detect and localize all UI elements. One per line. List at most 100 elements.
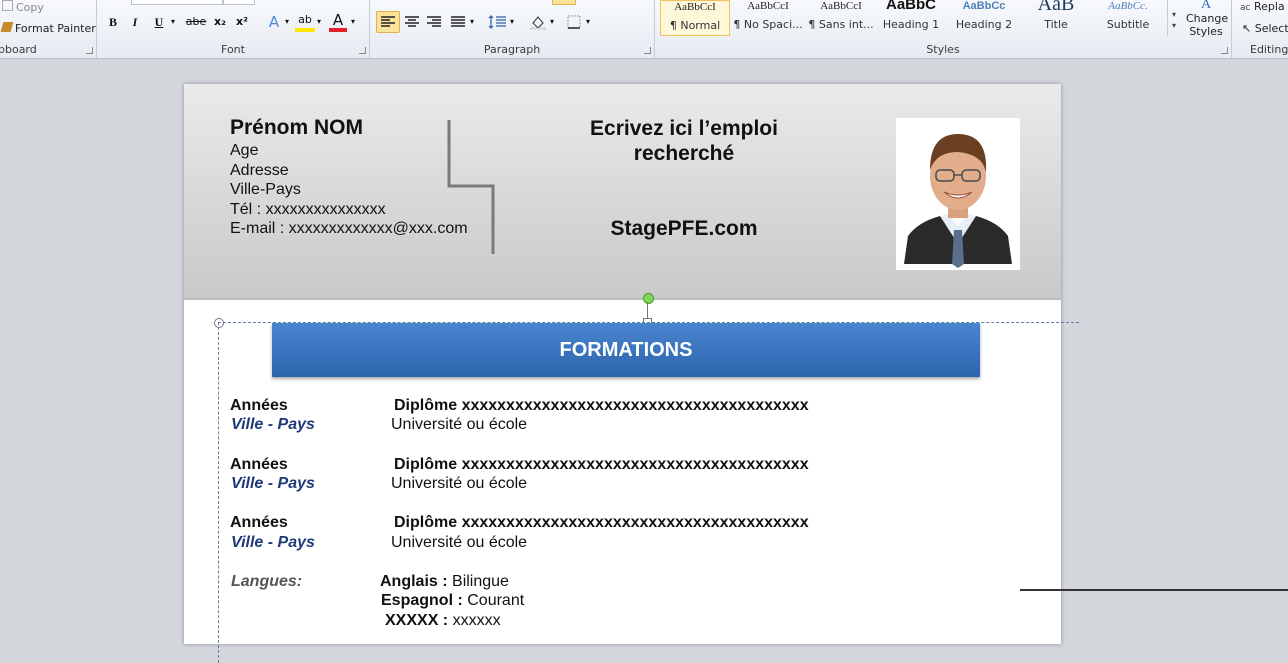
format-painter-icon	[0, 22, 14, 32]
styles-launcher-icon[interactable]	[1221, 47, 1228, 54]
font-group-label: Font	[221, 43, 245, 56]
rotation-handle[interactable]	[643, 293, 654, 304]
style-no-spacing[interactable]: AaBbCcI ¶ No Spaci...	[733, 0, 803, 36]
clipboard-launcher-icon[interactable]	[86, 47, 93, 54]
style-title[interactable]: AaB Title	[1021, 0, 1091, 36]
text-effects-dropdown-icon[interactable]: ▾	[283, 12, 291, 32]
style-name: Heading 1	[882, 18, 940, 31]
cv-header: Prénom NOM Age Adresse Ville-Pays Tél : …	[184, 84, 1061, 300]
styles-more-icon[interactable]: ▾	[1168, 21, 1180, 30]
style-heading-1[interactable]: AaBbC Heading 1	[876, 0, 946, 36]
underline-dropdown-icon[interactable]: ▾	[169, 12, 177, 32]
change-styles-label: Change Styles	[1186, 12, 1229, 38]
style-name: Heading 2	[955, 18, 1013, 31]
copy-button[interactable]: Copy	[2, 0, 44, 14]
justify-button[interactable]	[448, 12, 468, 32]
align-left-icon	[381, 16, 395, 27]
borders-button[interactable]	[564, 12, 584, 32]
style-preview: AaBbCcI	[820, 0, 862, 12]
header-divider-line	[447, 120, 495, 254]
select-button[interactable]: ↖ Select	[1242, 22, 1288, 35]
style-name: ¶ Sans int...	[808, 18, 874, 31]
superscript-button[interactable]: x²	[233, 12, 251, 32]
horizontal-rule-line	[1020, 589, 1288, 591]
font-launcher-icon[interactable]	[359, 47, 366, 54]
style-normal[interactable]: AaBbCcI ¶ Normal	[660, 0, 730, 36]
formation-diploma: Diplôme xxxxxxxxxxxxxxxxxxxxxxxxxxxxxxxx…	[394, 456, 809, 473]
highlight-button[interactable]: ab	[295, 12, 315, 32]
line-spacing-dropdown-icon[interactable]: ▾	[508, 12, 516, 32]
language-row: Espagnol : Courant	[381, 592, 524, 610]
align-right-button[interactable]	[424, 12, 444, 32]
align-left-button[interactable]	[376, 11, 400, 33]
style-sans-interligne[interactable]: AaBbCcI ¶ Sans int...	[806, 0, 876, 36]
formation-diploma: Diplôme xxxxxxxxxxxxxxxxxxxxxxxxxxxxxxxx…	[394, 514, 809, 531]
formation-place: Ville - Pays	[231, 416, 315, 433]
style-name: Title	[1044, 18, 1068, 31]
formation-school: Université ou école	[391, 534, 528, 551]
formation-years: Années	[230, 514, 288, 531]
change-styles-icon: A	[1200, 0, 1212, 12]
style-subtitle[interactable]: AaBbCc. Subtitle	[1093, 0, 1163, 36]
language-name: Anglais :	[380, 573, 448, 590]
formation-place: Ville - Pays	[231, 534, 315, 551]
font-size-box[interactable]	[223, 0, 255, 5]
editing-group: ac Repla ↖ Select Editing	[1232, 0, 1288, 58]
highlight-dropdown-icon[interactable]: ▾	[315, 12, 323, 32]
shading-button[interactable]	[528, 12, 548, 32]
cv-city: Ville-Pays	[230, 181, 301, 198]
language-row: Anglais : Bilingue	[380, 573, 509, 591]
style-preview: AaBbCc.	[1108, 0, 1148, 12]
cv-address: Adresse	[230, 162, 289, 179]
styles-scroll[interactable]: ▾ ▾	[1167, 0, 1180, 36]
align-center-icon	[405, 16, 419, 27]
person-photo-icon	[904, 126, 1012, 268]
strikethrough-button[interactable]: abe	[185, 12, 207, 32]
font-name-box[interactable]	[131, 0, 223, 5]
language-level: Courant	[467, 592, 525, 609]
languages-label: Langues:	[231, 573, 303, 590]
clipboard-group: Copy Format Painter pboard	[0, 0, 97, 58]
replace-button[interactable]: ac Repla	[1240, 0, 1285, 13]
language-name: Espagnol :	[381, 592, 463, 609]
replace-label: Repla	[1253, 0, 1285, 13]
borders-dropdown-icon[interactable]: ▾	[584, 12, 592, 32]
copy-label: Copy	[16, 1, 44, 14]
text-effects-button[interactable]: A	[265, 12, 283, 32]
change-styles-button[interactable]: A Change Styles	[1183, 0, 1229, 40]
style-preview: AaBbCcI	[747, 0, 789, 12]
subscript-button[interactable]: x₂	[211, 12, 229, 32]
formation-years: Années	[230, 397, 288, 414]
justify-icon	[451, 16, 465, 27]
font-color-dropdown-icon[interactable]: ▾	[349, 12, 357, 32]
justify-dropdown-icon[interactable]: ▾	[468, 12, 476, 32]
site-name: StagePFE.com	[610, 217, 758, 240]
shading-dropdown-icon[interactable]: ▾	[548, 12, 556, 32]
document-page[interactable]: Prénom NOM Age Adresse Ville-Pays Tél : …	[184, 84, 1079, 663]
borders-icon	[567, 15, 581, 29]
style-preview: AaBbCc	[962, 0, 1006, 12]
style-heading-2[interactable]: AaBbCc Heading 2	[949, 0, 1019, 36]
styles-scroll-down-icon[interactable]: ▾	[1168, 10, 1180, 19]
style-name: Subtitle	[1106, 18, 1150, 31]
align-center-button[interactable]	[402, 12, 422, 32]
language-name: XXXXX :	[385, 612, 449, 629]
profile-photo[interactable]	[896, 118, 1020, 270]
language-level: Bilingue	[452, 573, 509, 590]
line-spacing-button[interactable]	[486, 12, 508, 32]
bold-button[interactable]: B	[105, 12, 121, 32]
formation-school: Université ou école	[391, 416, 528, 433]
font-color-button[interactable]: A	[329, 12, 347, 32]
paragraph-launcher-icon[interactable]	[644, 47, 651, 54]
ribbon: Copy Format Painter pboard B I U ▾ abe x…	[0, 0, 1288, 59]
formation-diploma: Diplôme xxxxxxxxxxxxxxxxxxxxxxxxxxxxxxxx…	[394, 397, 809, 414]
paragraph-top-strip	[552, 0, 576, 5]
cv-age: Age	[230, 142, 259, 159]
select-label: Select	[1254, 22, 1288, 35]
font-group: B I U ▾ abe x₂ x² A ▾ ab ▾ A ▾ Font	[97, 0, 370, 58]
format-painter-button[interactable]: Format Painter	[0, 22, 96, 35]
italic-button[interactable]: I	[127, 12, 143, 32]
language-row: XXXXX : xxxxxx	[385, 612, 501, 630]
style-preview: AaBbCcI	[674, 1, 716, 13]
underline-button[interactable]: U	[151, 12, 167, 32]
